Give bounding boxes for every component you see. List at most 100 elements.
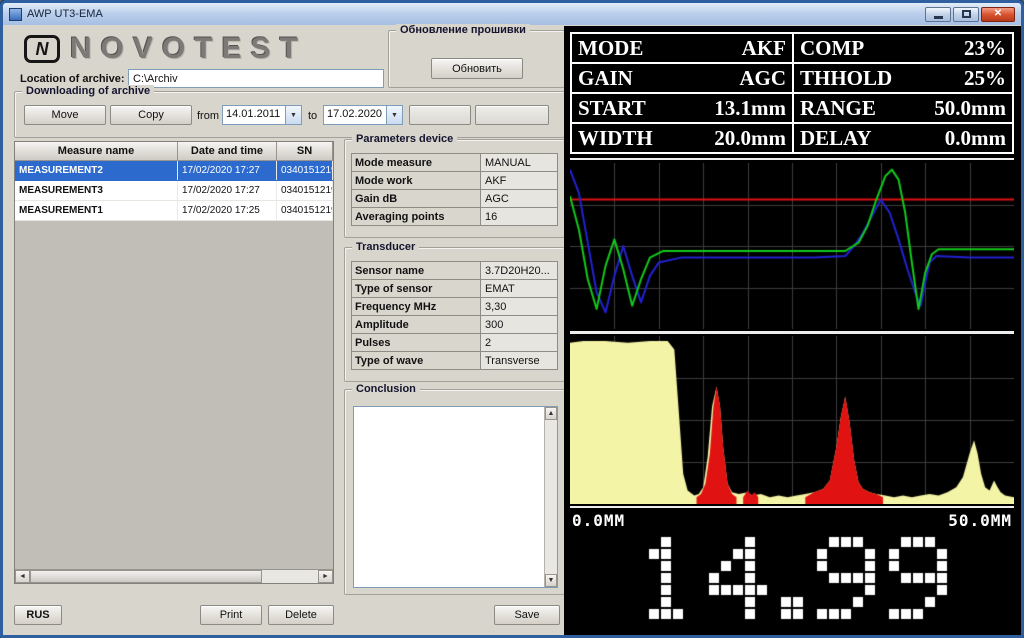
firmware-update-label: Обновление прошивки: [396, 24, 530, 36]
transducer-row: Type of wave Transverse: [351, 351, 558, 370]
device-param-label: WIDTH: [578, 126, 653, 151]
scale-right-label: 50.0MM: [948, 511, 1012, 530]
table-empty-area: [15, 221, 333, 569]
delete-button[interactable]: Delete: [268, 605, 334, 625]
scrollbar-track[interactable]: [30, 570, 318, 583]
device-param-cell: MODE AKF: [572, 34, 792, 62]
device-param-value: 50.0mm: [934, 96, 1006, 121]
maximize-icon: [962, 10, 971, 18]
horizontal-scrollbar[interactable]: ◄ ►: [15, 569, 333, 583]
cell-sn: 0340151219: [277, 201, 333, 220]
param-value: AKF: [481, 171, 558, 190]
separator-line: [570, 158, 1014, 160]
conclusion-label: Conclusion: [352, 383, 420, 395]
device-param-value: 0.0mm: [945, 126, 1006, 151]
transducer-row: Pulses 2: [351, 333, 558, 352]
vertical-scrollbar[interactable]: ▲ ▼: [544, 407, 557, 587]
window-controls: ✕: [925, 7, 1015, 22]
device-param-value: AKF: [742, 36, 786, 61]
save-button[interactable]: Save: [494, 605, 560, 625]
archive-location-input[interactable]: [128, 69, 384, 88]
device-param-value: 23%: [964, 36, 1006, 61]
cell-date-time: 17/02/2020 17:27: [178, 181, 277, 200]
scale-left-label: 0.0MM: [572, 511, 625, 530]
column-header-measure-name[interactable]: Measure name: [15, 142, 178, 161]
conclusion-text: [354, 407, 544, 587]
minimize-button[interactable]: [925, 7, 951, 22]
date-from-picker[interactable]: 14.01.2011 ▼: [222, 105, 302, 125]
a-scan-akf-chart: [570, 163, 1014, 329]
from-label: from: [197, 110, 219, 122]
conclusion-group: Conclusion ▲ ▼: [344, 389, 565, 595]
cell-measure-name: MEASUREMENT3: [15, 181, 178, 200]
firmware-update-group: Обновление прошивки Обновить: [388, 30, 565, 88]
scroll-down-icon[interactable]: ▼: [545, 574, 557, 587]
scrollbar-track[interactable]: [545, 420, 557, 574]
device-param-label: START: [578, 96, 646, 121]
novotest-logo: N NOVOTEST: [24, 32, 307, 66]
transducer-label: Transducer: [352, 241, 419, 253]
chevron-down-icon[interactable]: ▼: [386, 106, 402, 124]
rus-language-button[interactable]: RUS: [14, 605, 62, 625]
parameters-device-group: Parameters device Mode measure MANUAL Mo…: [344, 139, 565, 238]
parameters-device-label: Parameters device: [352, 133, 457, 145]
transducer-row-value: 3,30: [481, 297, 558, 316]
param-value: AGC: [481, 189, 558, 208]
device-param-value: AGC: [739, 66, 786, 91]
main-content: N NOVOTEST Обновление прошивки Обновить …: [3, 25, 1021, 635]
device-param-cell: GAIN AGC: [572, 64, 792, 92]
copy-button[interactable]: Copy: [110, 105, 192, 125]
scrollbar-thumb[interactable]: [30, 570, 262, 583]
print-button[interactable]: Print: [200, 605, 262, 625]
device-param-value: 25%: [964, 66, 1006, 91]
device-param-row: GAIN AGC THHOLD 25%: [572, 62, 1012, 92]
device-param-label: MODE: [578, 36, 643, 61]
titlebar[interactable]: AWP UT3-EMA ✕: [3, 3, 1021, 25]
date-to-picker[interactable]: 17.02.2020 ▼: [323, 105, 403, 125]
to-label: to: [308, 110, 317, 122]
update-firmware-button[interactable]: Обновить: [431, 58, 523, 79]
cell-sn: 0340151219: [277, 181, 333, 200]
transducer-row-value: EMAT: [481, 279, 558, 298]
transducer-row-value: Transverse: [481, 351, 558, 370]
maximize-button[interactable]: [953, 7, 979, 22]
close-button[interactable]: ✕: [981, 7, 1015, 22]
separator-line: [570, 331, 1014, 334]
device-param-cell: RANGE 50.0mm: [792, 94, 1012, 122]
chevron-down-icon[interactable]: ▼: [285, 106, 301, 124]
device-param-cell: WIDTH 20.0mm: [572, 124, 792, 152]
transducer-row-label: Amplitude: [351, 315, 481, 334]
disabled-button-1[interactable]: [409, 105, 471, 125]
date-to-value: 17.02.2020: [324, 106, 386, 124]
transducer-row-label: Type of wave: [351, 351, 481, 370]
table-row[interactable]: MEASUREMENT3 17/02/2020 17:27 0340151219: [15, 181, 333, 201]
param-label: Mode measure: [351, 153, 481, 172]
transducer-row-value: 3.7D20H20...: [481, 261, 558, 280]
device-param-label: THHOLD: [800, 66, 892, 91]
scroll-up-icon[interactable]: ▲: [545, 407, 557, 420]
table-row[interactable]: MEASUREMENT2 17/02/2020 17:27 0340151219: [15, 161, 333, 181]
distance-scale: 0.0MM 50.0MM: [570, 510, 1014, 530]
conclusion-textarea[interactable]: ▲ ▼: [353, 406, 558, 588]
column-header-sn[interactable]: SN: [277, 142, 333, 161]
a-scan-spectrum-chart: [570, 336, 1014, 504]
transducer-row-label: Frequency MHz: [351, 297, 481, 316]
param-row: Gain dB AGC: [351, 189, 558, 208]
device-screen: MODE AKF COMP 23% GAIN AGC THHOLD: [564, 26, 1021, 635]
novotest-logo-icon: N: [24, 35, 60, 63]
move-button[interactable]: Move: [24, 105, 106, 125]
transducer-group: Transducer Sensor name 3.7D20H20... Type…: [344, 247, 565, 382]
separator-line: [570, 506, 1014, 508]
transducer-row-label: Type of sensor: [351, 279, 481, 298]
disabled-button-2[interactable]: [475, 105, 549, 125]
scroll-right-icon[interactable]: ►: [318, 570, 333, 583]
transducer-row: Type of sensor EMAT: [351, 279, 558, 298]
column-header-date-time[interactable]: Date and time: [178, 142, 277, 161]
param-row: Mode measure MANUAL: [351, 153, 558, 172]
app-window: AWP UT3-EMA ✕ N NOVOTEST Обновление прош…: [0, 0, 1024, 638]
archive-location-label: Location of archive:: [20, 73, 125, 85]
cell-measure-name: MEASUREMENT1: [15, 201, 178, 220]
scroll-left-icon[interactable]: ◄: [15, 570, 30, 583]
table-row[interactable]: MEASUREMENT1 17/02/2020 17:25 0340151219: [15, 201, 333, 221]
measure-table: Measure name Date and time SN MEASUREMEN…: [14, 141, 334, 584]
